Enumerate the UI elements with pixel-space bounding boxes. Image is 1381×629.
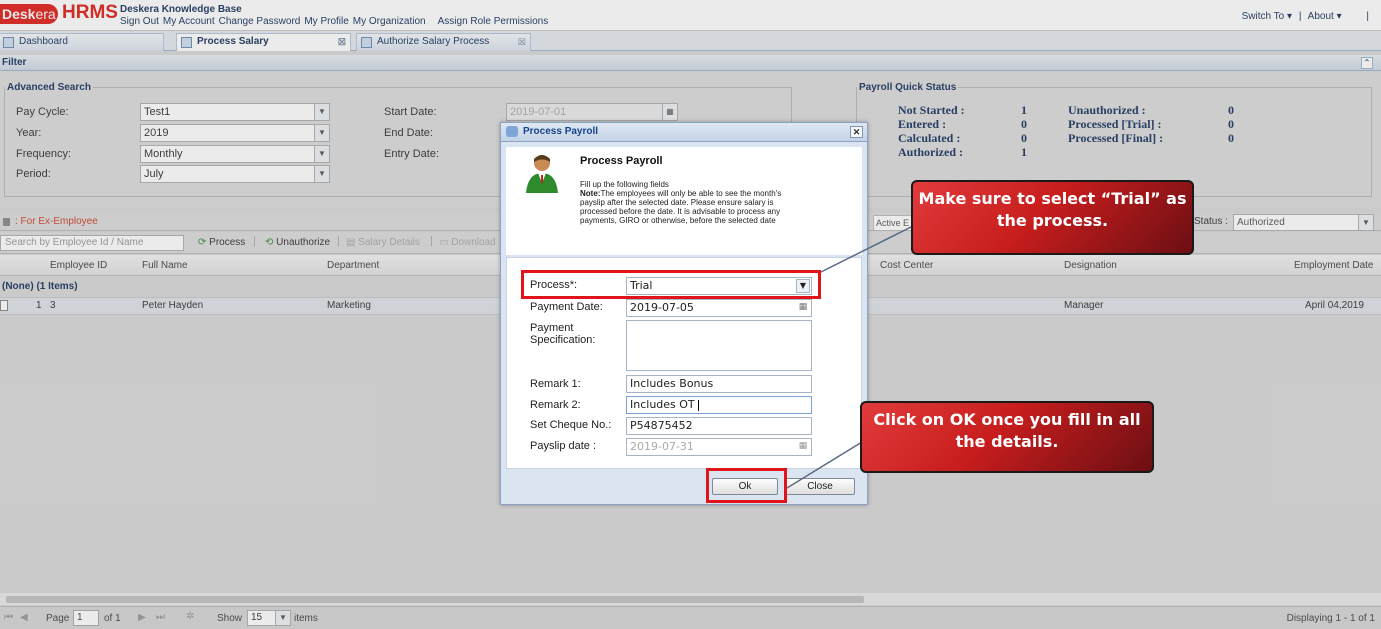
ok-callout: Click on OK once you fill in all the det…	[860, 401, 1154, 473]
callout-connectors	[786, 224, 916, 489]
trial-callout: Make sure to select “Trial” as the proce…	[911, 180, 1194, 255]
